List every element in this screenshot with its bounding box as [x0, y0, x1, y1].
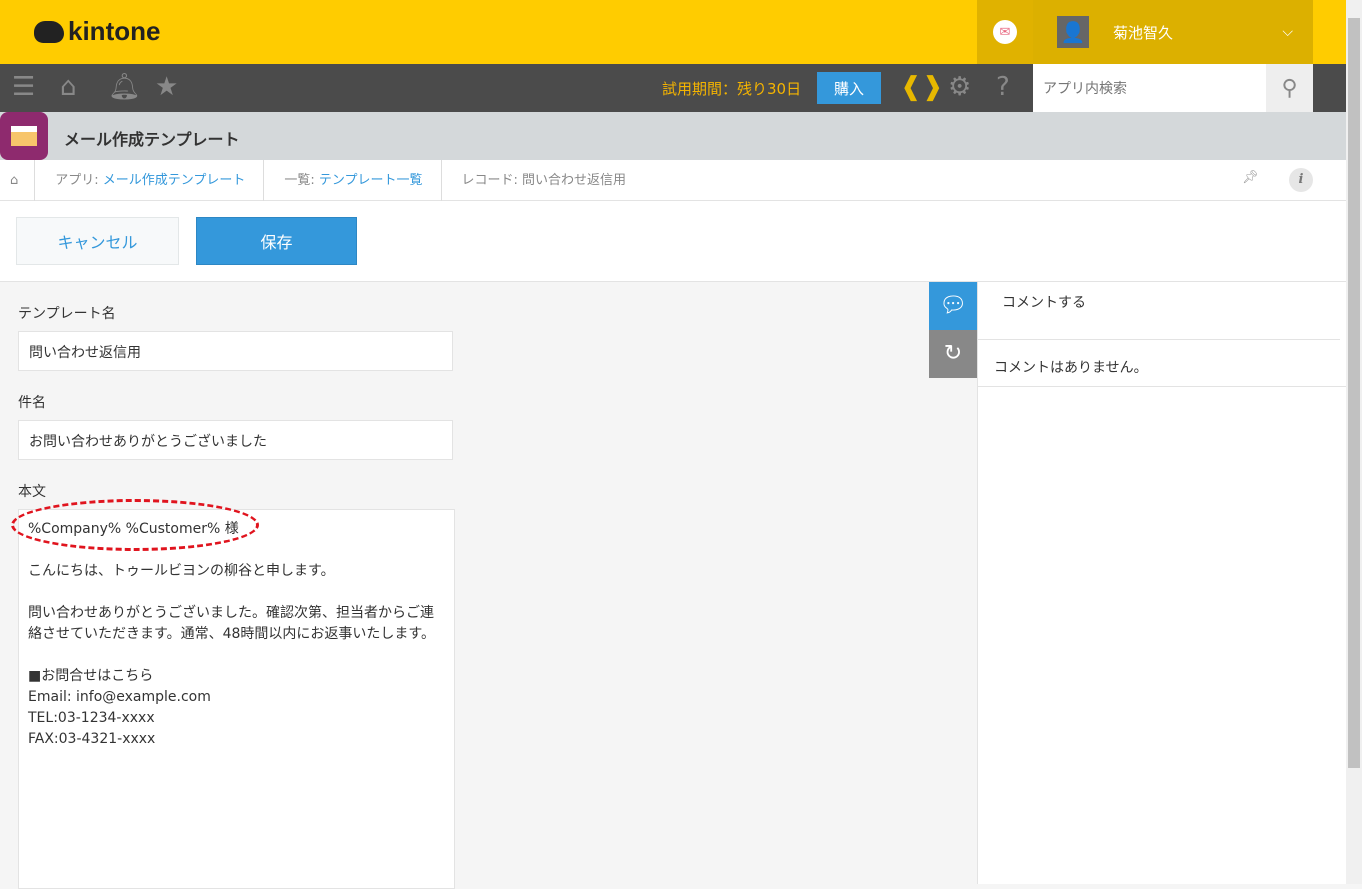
- bell-icon[interactable]: 🔔︎: [108, 72, 141, 102]
- highlight-annotation: [11, 499, 259, 551]
- search-icon: ⚲: [1281, 75, 1298, 100]
- breadcrumb-list: 一覧: テンプレート一覧: [264, 159, 442, 201]
- save-button[interactable]: 保存: [196, 217, 357, 265]
- user-menu[interactable]: 👤 菊池智久 ⌵: [1033, 0, 1313, 64]
- app-title: メール作成テンプレート: [64, 130, 240, 149]
- app-header: メール作成テンプレート: [0, 112, 1346, 160]
- body-textarea[interactable]: %Company% %Customer% 様 こんにちは、トゥールビヨンの柳谷と…: [18, 509, 455, 889]
- buy-button[interactable]: 購入: [817, 72, 881, 104]
- chevron-down-icon: ⌵: [1282, 24, 1293, 40]
- comment-panel: コメントする コメントはありません。: [977, 282, 1347, 884]
- body-label: 本文: [18, 484, 46, 500]
- home-icon[interactable]: ⌂: [60, 72, 77, 102]
- nav-bar: ☰ ⌂ 🔔︎ ★ 試用期間：残り30日 購入 ❰❱ ⚙ ? ⚲: [0, 64, 1346, 112]
- template-name-input[interactable]: 問い合わせ返信用: [18, 331, 453, 371]
- action-bar: キャンセル 保存: [0, 201, 1346, 282]
- top-bar: kintone ✉ 👤 菊池智久 ⌵: [0, 0, 1346, 64]
- cloud-icon: [34, 20, 64, 43]
- search-input[interactable]: [1033, 64, 1266, 112]
- help-icon[interactable]: ?: [996, 72, 1010, 102]
- home-icon[interactable]: ⌂: [0, 159, 36, 201]
- template-name-label: テンプレート名: [18, 306, 116, 322]
- comment-tab[interactable]: 💬︎: [929, 282, 977, 330]
- pin-icon[interactable]: 📌︎: [1242, 170, 1259, 185]
- mail-icon: ✉: [993, 20, 1017, 44]
- envelope-icon: [11, 126, 37, 146]
- scrollbar-thumb[interactable]: [1348, 18, 1360, 768]
- menu-icon[interactable]: ☰: [12, 72, 35, 102]
- trial-status: 試用期間：残り30日: [662, 80, 802, 98]
- notification-mail-button[interactable]: ✉: [977, 0, 1033, 64]
- history-icon: ↻: [943, 341, 963, 366]
- comment-icon: 💬︎: [939, 293, 967, 318]
- breadcrumb-record: レコード: 問い合わせ返信用: [461, 172, 627, 188]
- breadcrumb: ⌂ アプリ: メール作成テンプレート 一覧: テンプレート一覧 レコード: 問い…: [0, 159, 1346, 201]
- no-comments-text: コメントはありません。: [978, 341, 1347, 387]
- subject-label: 件名: [18, 395, 46, 411]
- breadcrumb-list-link[interactable]: テンプレート一覧: [319, 173, 423, 188]
- breadcrumb-app-link[interactable]: メール作成テンプレート: [103, 173, 246, 188]
- subject-input[interactable]: お問い合わせありがとうございました: [18, 420, 453, 460]
- user-name: 菊池智久: [1113, 23, 1174, 42]
- breadcrumb-app: アプリ: メール作成テンプレート: [35, 159, 265, 201]
- cancel-button[interactable]: キャンセル: [16, 217, 179, 265]
- star-icon[interactable]: ★: [155, 72, 178, 102]
- kintone-logo[interactable]: kintone: [34, 16, 160, 47]
- info-icon[interactable]: i: [1289, 168, 1313, 192]
- comment-input[interactable]: コメントする: [978, 282, 1340, 340]
- avatar: 👤: [1057, 16, 1089, 48]
- search-button[interactable]: ⚲: [1266, 64, 1313, 112]
- app-icon[interactable]: [0, 112, 48, 160]
- history-tab[interactable]: ↻: [929, 330, 977, 378]
- gear-icon[interactable]: ⚙: [948, 72, 971, 102]
- beginner-icon[interactable]: ❰❱: [900, 72, 944, 102]
